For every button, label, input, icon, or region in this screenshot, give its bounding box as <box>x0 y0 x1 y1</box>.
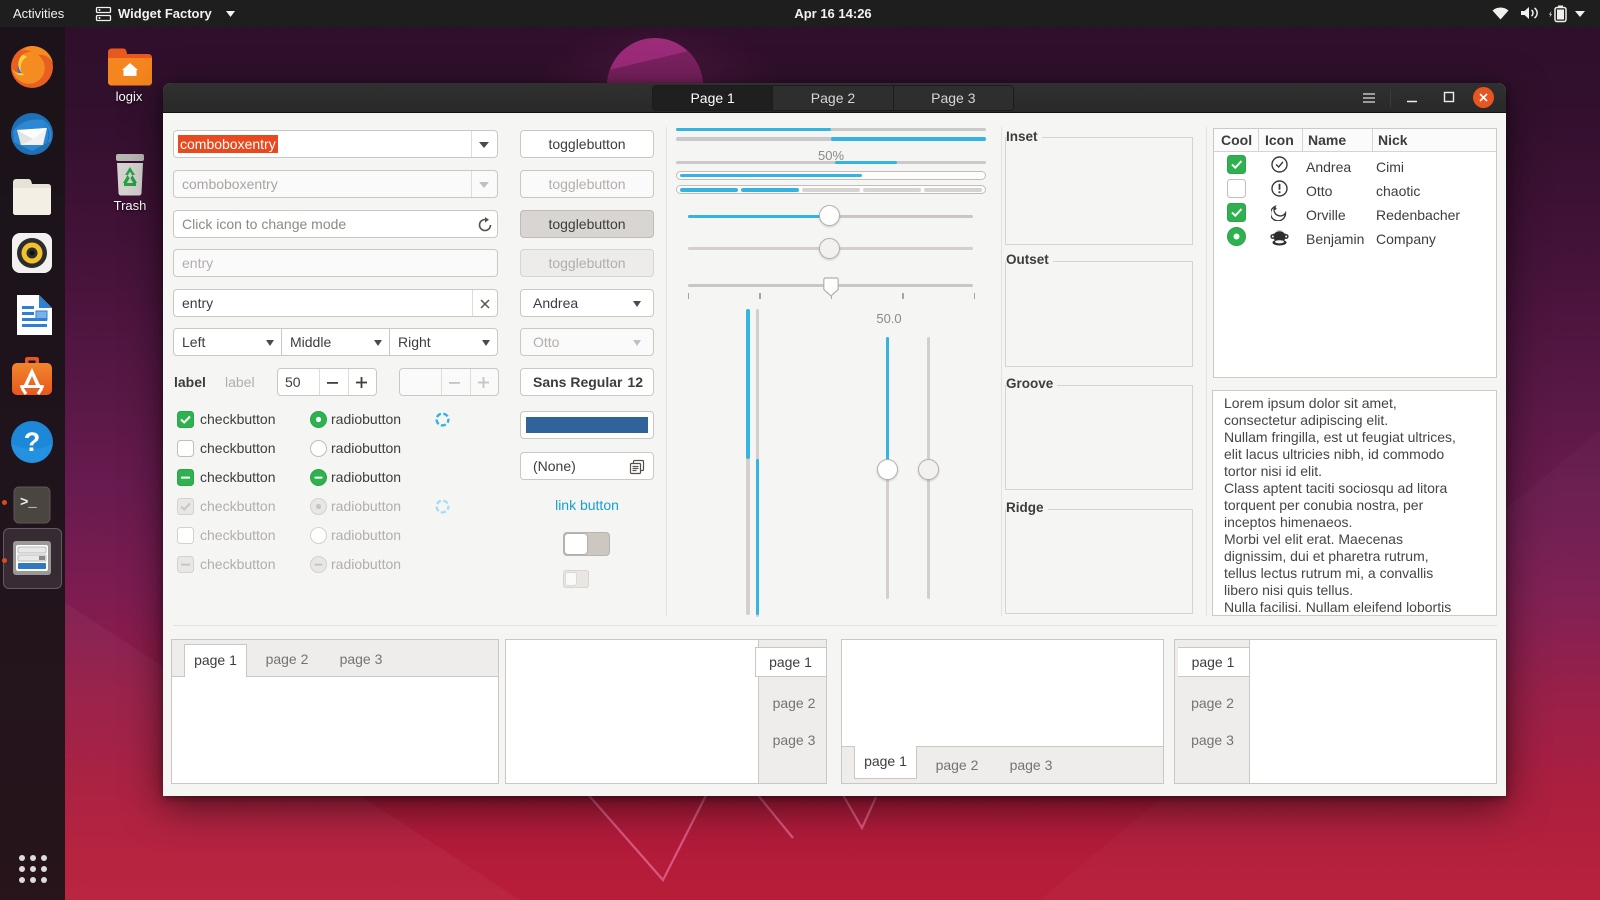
svg-text:?: ? <box>24 427 41 457</box>
svg-text:>_: >_ <box>20 495 37 511</box>
